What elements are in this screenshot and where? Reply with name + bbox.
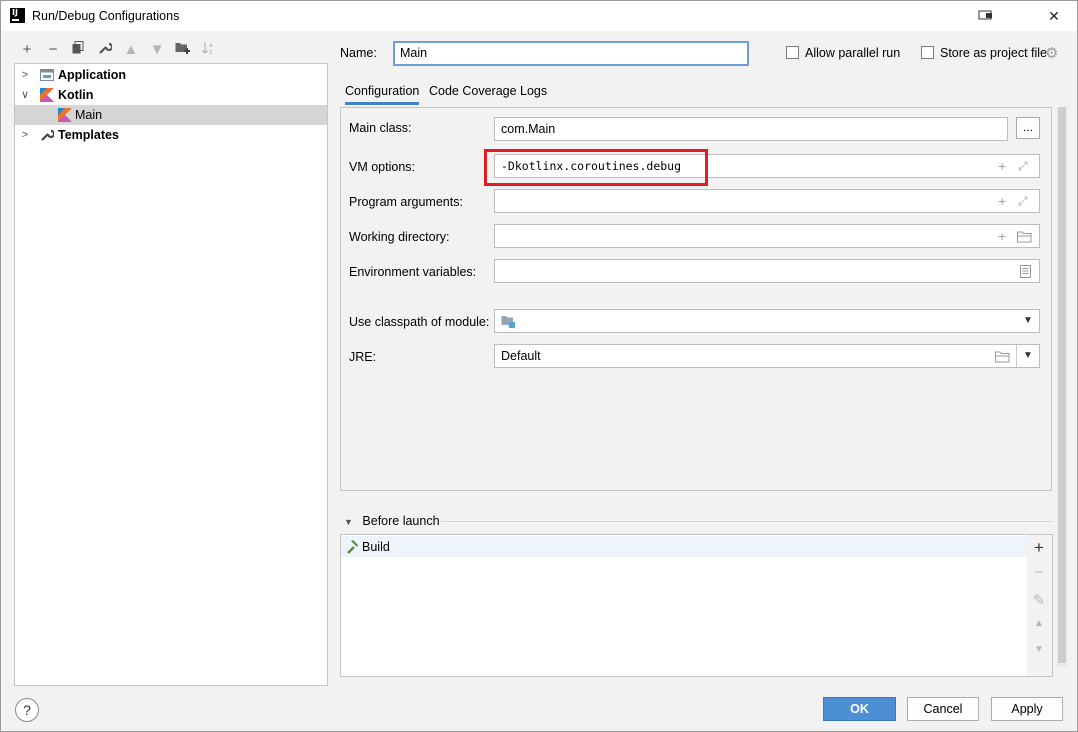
folder-icon[interactable] [995, 350, 1010, 366]
move-down-icon[interactable]: ▼ [147, 41, 167, 59]
move-up-icon[interactable]: ▲ [1027, 618, 1051, 629]
tree-item-application[interactable]: > Application [15, 65, 327, 85]
scrollbar[interactable] [1057, 107, 1067, 667]
sort-icon[interactable]: az [199, 41, 219, 59]
environment-variables-input[interactable] [494, 259, 1040, 283]
add-icon[interactable]: + [998, 193, 1006, 209]
tab-code-coverage[interactable]: Code Coverage [429, 83, 517, 105]
before-launch-separator [441, 521, 1053, 522]
close-icon[interactable]: ✕ [1045, 8, 1063, 24]
jre-label: JRE: [349, 350, 377, 364]
move-down-icon[interactable]: ▼ [1027, 644, 1051, 655]
browse-main-class-button[interactable]: ... [1016, 117, 1040, 139]
environment-variables-label: Environment variables: [349, 265, 477, 279]
application-icon [40, 68, 54, 82]
store-as-project-file-label: Store as project file [940, 46, 1047, 60]
tree-item-label: Templates [58, 128, 119, 142]
expand-icon[interactable]: ⤢ [1018, 193, 1028, 209]
chevron-down-icon[interactable]: ▼ [1023, 313, 1033, 329]
program-arguments-input[interactable]: + ⤢ [494, 189, 1040, 213]
tree-item-label: Main [75, 108, 103, 122]
collapse-triangle-icon[interactable]: ▼ [344, 517, 353, 527]
scrollbar-thumb[interactable] [1058, 107, 1066, 663]
add-icon[interactable]: + [1027, 538, 1051, 558]
name-label: Name: [340, 46, 377, 60]
remove-icon[interactable]: − [43, 41, 63, 59]
before-launch-toolbar: + − ✎ ▲ ▼ [1027, 534, 1053, 677]
kotlin-icon [40, 88, 54, 102]
help-icon[interactable]: ? [15, 698, 39, 722]
name-input[interactable]: Main [393, 41, 749, 66]
svg-text:z: z [209, 49, 212, 55]
add-icon[interactable]: + [17, 41, 37, 59]
jre-select[interactable]: Default ▼ [494, 344, 1040, 368]
window-restore-icon[interactable] [977, 8, 995, 24]
window-title: Run/Debug Configurations [32, 9, 180, 23]
folder-icon[interactable] [1017, 230, 1032, 246]
before-launch-header[interactable]: ▼ Before launch [344, 514, 440, 528]
intellij-app-icon: IJ [10, 8, 25, 23]
wrench-icon[interactable] [95, 41, 115, 59]
gear-icon[interactable]: ⚙ [1045, 44, 1058, 62]
apply-button[interactable]: Apply [991, 697, 1063, 721]
tree-item-label: Application [58, 68, 127, 82]
store-as-project-file-checkbox[interactable] [921, 46, 934, 59]
remove-icon[interactable]: − [1027, 564, 1051, 581]
vm-options-highlight-box [484, 149, 708, 186]
title-bar: IJ Run/Debug Configurations ✕ [1, 1, 1077, 31]
chevron-down-icon[interactable]: ▼ [1023, 348, 1033, 364]
working-directory-input[interactable]: + [494, 224, 1040, 248]
tree-item-main[interactable]: Main [15, 105, 327, 125]
run-debug-dialog: IJ Run/Debug Configurations ✕ + − ▲ ▼ az… [0, 0, 1078, 732]
new-folder-icon[interactable] [173, 41, 193, 59]
classpath-module-select[interactable]: ▼ [494, 309, 1040, 333]
module-icon [501, 315, 516, 331]
move-up-icon[interactable]: ▲ [121, 41, 141, 59]
vm-options-label: VM options: [349, 160, 416, 174]
working-directory-label: Working directory: [349, 230, 450, 244]
cancel-button[interactable]: Cancel [907, 697, 979, 721]
add-icon[interactable]: + [998, 228, 1006, 244]
edit-pencil-icon[interactable]: ✎ [1027, 591, 1051, 609]
hammer-icon [344, 539, 359, 557]
ok-button[interactable]: OK [823, 697, 896, 721]
wrench-icon [40, 128, 56, 142]
chevron-right-icon[interactable]: > [19, 125, 31, 145]
tree-item-label: Kotlin [58, 88, 94, 102]
allow-parallel-run-label: Allow parallel run [805, 46, 901, 60]
classpath-module-label: Use classpath of module: [349, 315, 490, 329]
before-launch-list: Build [340, 534, 1028, 677]
document-icon[interactable] [1020, 265, 1031, 281]
svg-text:a: a [209, 42, 213, 49]
chevron-down-icon[interactable]: ∨ [19, 85, 31, 105]
main-class-input[interactable]: com.Main [494, 117, 1008, 141]
list-item[interactable]: Build [341, 536, 1027, 557]
expand-icon[interactable]: ⤢ [1018, 158, 1028, 174]
chevron-right-icon[interactable]: > [19, 65, 31, 85]
add-icon[interactable]: + [998, 158, 1006, 174]
tab-logs[interactable]: Logs [520, 83, 547, 105]
configuration-tree: > Application ∨ Kotlin Main > Templates [14, 63, 328, 686]
allow-parallel-run-checkbox[interactable] [786, 46, 799, 59]
main-class-label: Main class: [349, 121, 412, 135]
copy-icon[interactable] [68, 41, 88, 59]
tree-item-kotlin[interactable]: ∨ Kotlin [15, 85, 327, 105]
tab-configuration[interactable]: Configuration [345, 83, 420, 105]
tree-item-templates[interactable]: > Templates [15, 125, 327, 145]
kotlin-icon [58, 108, 72, 122]
program-arguments-label: Program arguments: [349, 195, 463, 209]
